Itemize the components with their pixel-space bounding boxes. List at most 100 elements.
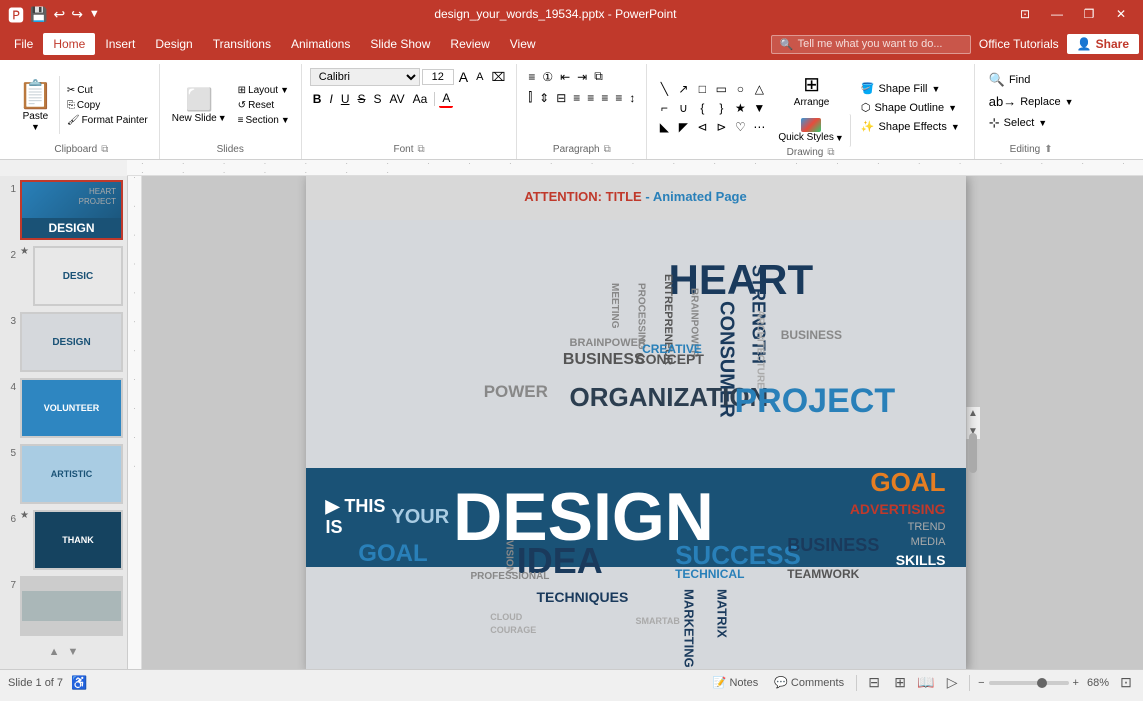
menu-slideshow[interactable]: Slide Show	[360, 33, 440, 55]
tell-me-search[interactable]: 🔍 Tell me what you want to do...	[771, 35, 971, 54]
smart-art-btn[interactable]: ⧉	[591, 68, 606, 85]
window-maximize-btn[interactable]: ❐	[1075, 3, 1103, 25]
shape-round-rect[interactable]: ▭	[712, 80, 730, 98]
font-name-select[interactable]: Calibri	[310, 68, 420, 86]
slide-image-4[interactable]: VOLUNTEER	[20, 378, 123, 438]
text-direction-btn[interactable]: ⇕	[536, 90, 552, 106]
shape-heart[interactable]: ♡	[731, 118, 749, 136]
font-size-increase-btn[interactable]: A	[456, 68, 471, 86]
select-button[interactable]: ⊹ Select ▼	[983, 113, 1080, 133]
replace-button[interactable]: ab→ Replace ▼	[983, 92, 1080, 111]
drawing-dialog-launcher[interactable]: ⧉	[827, 147, 834, 158]
normal-view-btn[interactable]: ⊟	[865, 676, 883, 690]
slide-thumb-4[interactable]: 4 VOLUNTEER	[4, 378, 123, 438]
shape-curve[interactable]: ∪	[674, 99, 692, 117]
accessibility-btn[interactable]: ♿	[71, 675, 87, 691]
share-button[interactable]: 👤 Share	[1067, 34, 1139, 54]
menu-insert[interactable]: Insert	[95, 33, 145, 55]
new-slide-button[interactable]: ⬜ New Slide ▼	[168, 85, 231, 126]
panel-scroll-down[interactable]: ▼	[68, 646, 79, 658]
replace-dropdown[interactable]: ▼	[1065, 97, 1074, 107]
select-dropdown[interactable]: ▼	[1038, 118, 1047, 128]
align-text-btn[interactable]: ⊟	[553, 90, 569, 106]
shape-rect[interactable]: □	[693, 80, 711, 98]
numbering-btn[interactable]: ①	[539, 69, 556, 85]
shape-arrow[interactable]: ↗	[674, 80, 692, 98]
clipboard-dialog-launcher[interactable]: ⧉	[101, 144, 108, 155]
shape-custom1[interactable]: ◣	[655, 118, 673, 136]
menu-file[interactable]: File	[4, 33, 43, 55]
slide-thumb-6[interactable]: 6 ★ THANK	[4, 510, 123, 570]
copy-button[interactable]: ⎘ Copy	[64, 99, 151, 112]
decrease-indent-btn[interactable]: ⇤	[557, 69, 573, 85]
shape-bracket-left[interactable]: {	[693, 99, 711, 117]
slide-thumb-3[interactable]: 3 DESIGN	[4, 312, 123, 372]
font-color-btn[interactable]: A	[439, 90, 453, 108]
menu-transitions[interactable]: Transitions	[203, 33, 281, 55]
change-case-btn[interactable]: Aa	[410, 91, 431, 107]
cut-button[interactable]: ✂ Cut	[64, 84, 151, 97]
slide-image-5[interactable]: ARTISTIC	[20, 444, 123, 504]
font-dialog-launcher[interactable]: ⧉	[417, 144, 424, 155]
redo-icon[interactable]: ↪	[71, 6, 83, 23]
slide-thumb-2[interactable]: 2 ★ DESIC	[4, 246, 123, 306]
slide-image-3[interactable]: DESIGN	[20, 312, 123, 372]
strikethrough-button[interactable]: S	[354, 91, 368, 107]
slide-image-2[interactable]: DESIC	[33, 246, 123, 306]
slide-image-6[interactable]: THANK	[33, 510, 123, 570]
zoom-slider[interactable]	[989, 681, 1069, 685]
slide-thumb-5[interactable]: 5 ARTISTIC	[4, 444, 123, 504]
font-size-input[interactable]	[422, 69, 454, 85]
menu-design[interactable]: Design	[145, 33, 202, 55]
paste-button[interactable]: 📋 Paste ▼	[12, 76, 60, 134]
shape-outline-dropdown[interactable]: ▼	[948, 103, 957, 113]
shape-bracket-right[interactable]: }	[712, 99, 730, 117]
char-spacing-btn[interactable]: AV	[387, 91, 408, 107]
format-painter-button[interactable]: 🖌 Format Painter	[64, 114, 151, 127]
fit-slide-btn[interactable]: ⊡	[1117, 676, 1135, 690]
italic-button[interactable]: I	[326, 91, 335, 107]
slide-thumb-1[interactable]: 1 DESIGN HEARTPROJECT	[4, 180, 123, 240]
slide-image-1[interactable]: DESIGN HEARTPROJECT	[20, 180, 123, 240]
clear-format-btn[interactable]: ⌧	[488, 69, 508, 85]
para-dialog-launcher[interactable]: ⧉	[604, 144, 611, 155]
arrange-button[interactable]: ⊞ Arrange	[788, 68, 836, 112]
quick-styles-button[interactable]: Quick Styles ▼	[772, 114, 851, 147]
menu-animations[interactable]: Animations	[281, 33, 360, 55]
shape-effects-button[interactable]: ✨ Shape Effects ▼	[855, 118, 966, 135]
menu-review[interactable]: Review	[440, 33, 499, 55]
shape-right-angle[interactable]: ⌐	[655, 99, 673, 117]
slide-thumb-7[interactable]: 7	[4, 576, 123, 636]
shape-custom4[interactable]: ⊳	[712, 118, 730, 136]
slide-canvas-area[interactable]: ATTENTION: TITLE - Animated Page HEART C…	[142, 176, 1143, 669]
shape-triangle[interactable]: △	[750, 80, 768, 98]
zoom-out-btn[interactable]: −	[978, 677, 984, 689]
quick-styles-dropdown[interactable]: ▼	[835, 133, 844, 143]
shape-custom3[interactable]: ⊲	[693, 118, 711, 136]
zoom-level[interactable]: 68%	[1087, 677, 1109, 689]
increase-indent-btn[interactable]: ⇥	[574, 69, 590, 85]
shape-fill-button[interactable]: 🪣 Shape Fill ▼	[855, 80, 966, 97]
line-spacing-btn[interactable]: ↕	[626, 90, 638, 106]
window-close-btn[interactable]: ✕	[1107, 3, 1135, 25]
shape-more2[interactable]: ⋯	[750, 118, 768, 136]
underline-button[interactable]: U	[338, 91, 353, 107]
customize-icon[interactable]: ▼	[89, 8, 100, 20]
panel-scroll-up[interactable]: ▲	[49, 646, 60, 658]
window-restore-btn[interactable]: ⊡	[1011, 3, 1039, 25]
scroll-thumb[interactable]	[969, 433, 977, 473]
shadow-btn[interactable]: S	[371, 91, 385, 107]
window-minimize-btn[interactable]: —	[1043, 3, 1071, 25]
new-slide-dropdown-icon[interactable]: ▼	[218, 113, 227, 123]
layout-button[interactable]: ⊞ Layout ▼	[235, 84, 293, 97]
undo-icon[interactable]: ↩	[53, 6, 65, 23]
slide-sorter-btn[interactable]: ⊞	[891, 676, 909, 690]
font-size-decrease-btn[interactable]: A	[473, 70, 486, 84]
slideshow-btn[interactable]: ▷	[943, 676, 961, 690]
reset-button[interactable]: ↺ Reset	[235, 99, 293, 112]
comments-btn[interactable]: 💬 Comments	[770, 674, 848, 691]
shape-ellipse[interactable]: ○	[731, 80, 749, 98]
notes-btn[interactable]: 📝 Notes	[709, 674, 762, 691]
bullets-btn[interactable]: ≡	[525, 69, 538, 85]
shape-more[interactable]: ▼	[750, 99, 768, 117]
